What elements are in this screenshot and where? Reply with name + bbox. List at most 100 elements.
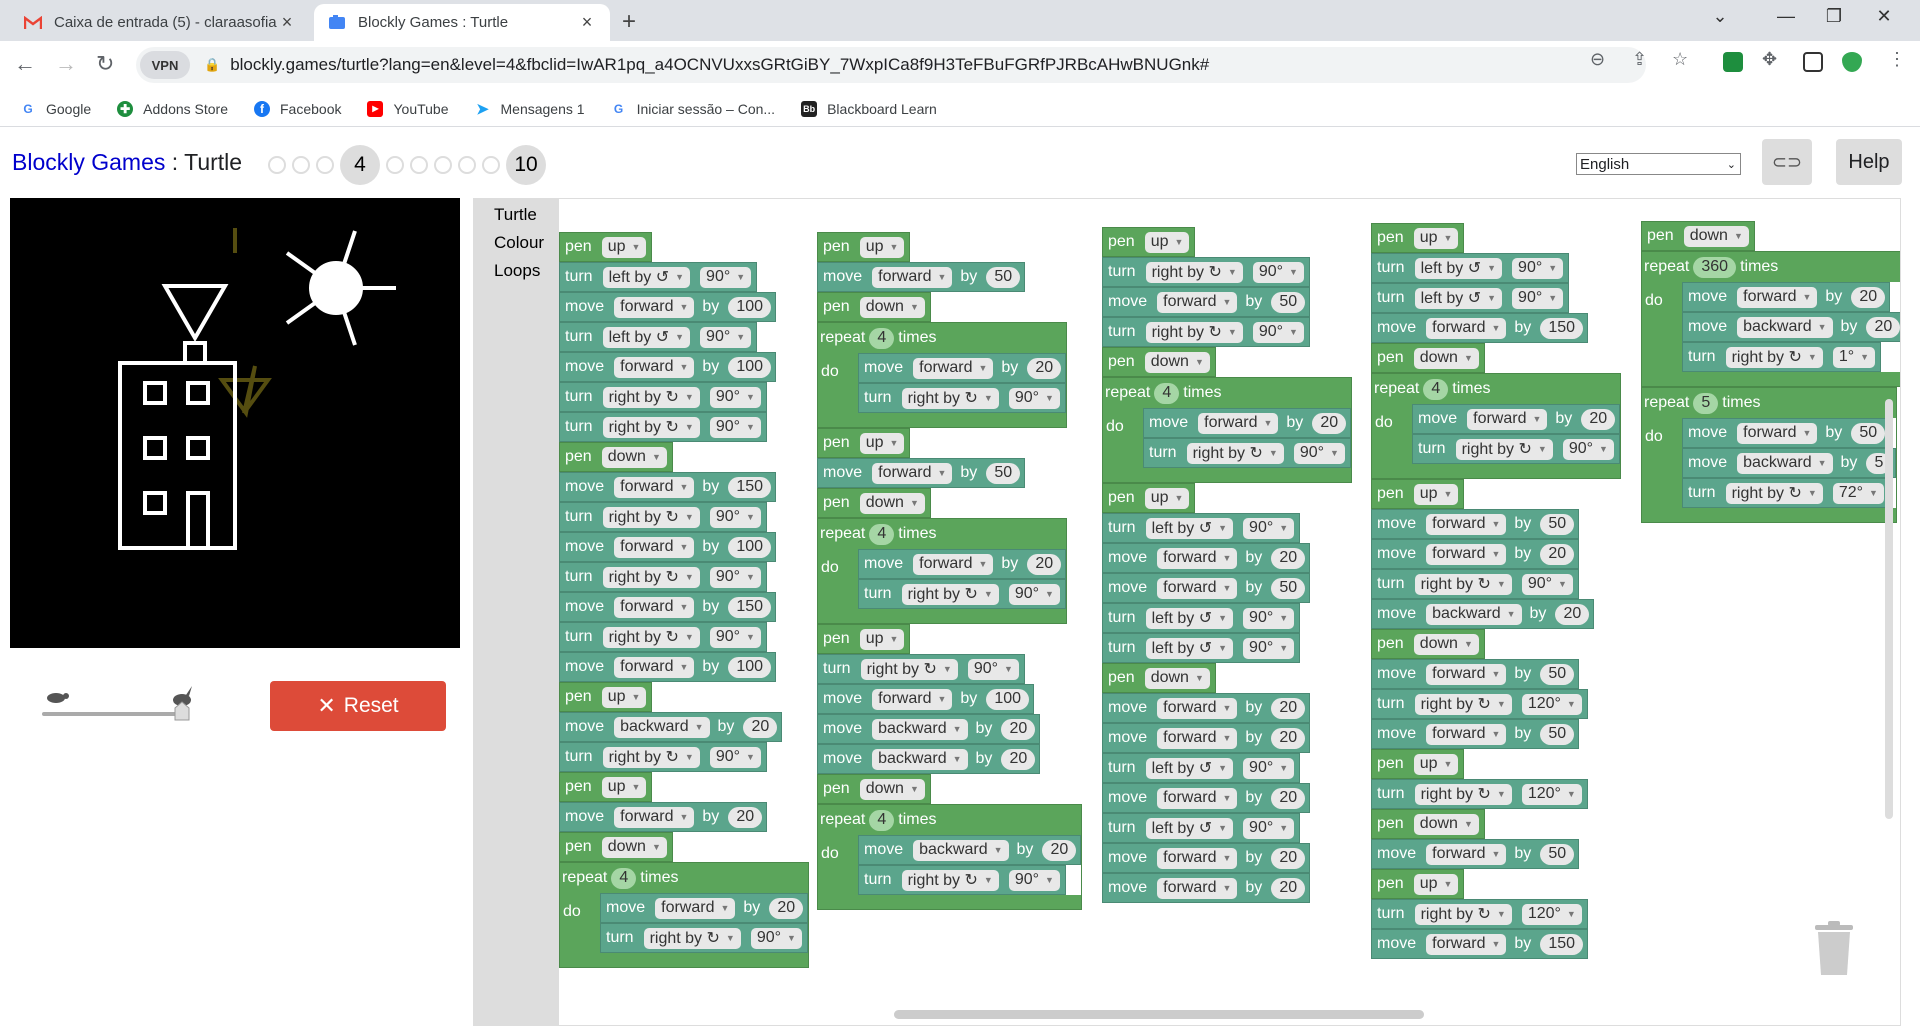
angle-dropdown[interactable]: 90° ▼: [750, 927, 802, 949]
number-field[interactable]: 100: [986, 688, 1030, 710]
pen-block[interactable]: pen down ▼: [1102, 347, 1216, 377]
angle-dropdown[interactable]: 90° ▼: [1562, 438, 1614, 460]
turn-block[interactable]: turn right by ↻ ▼ 90° ▼: [559, 412, 767, 442]
side-panel-icon[interactable]: [1803, 52, 1823, 72]
direction-dropdown[interactable]: forward ▼: [614, 656, 695, 678]
number-field[interactable]: 20: [1540, 543, 1575, 565]
move-block[interactable]: move forward ▼ by 50: [1371, 509, 1580, 539]
direction-dropdown[interactable]: right by ↻ ▼: [1455, 438, 1553, 460]
direction-dropdown[interactable]: forward ▼: [913, 553, 994, 575]
level-dot[interactable]: [268, 156, 286, 174]
direction-dropdown[interactable]: right by ↻ ▼: [901, 387, 999, 409]
pen-block[interactable]: pen up ▼: [559, 772, 653, 802]
pen-block[interactable]: pen down ▼: [817, 488, 931, 518]
direction-dropdown[interactable]: backward ▼: [1737, 316, 1833, 338]
share-icon[interactable]: ⇪: [1632, 49, 1647, 70]
move-block[interactable]: move forward ▼ by 50: [1371, 839, 1580, 869]
direction-dropdown[interactable]: left by ↺ ▼: [1145, 757, 1234, 779]
direction-dropdown[interactable]: forward ▼: [1157, 877, 1238, 899]
horizontal-scrollbar[interactable]: [894, 1010, 1424, 1019]
direction-dropdown[interactable]: forward ▼: [1426, 317, 1507, 339]
number-field[interactable]: 20: [1001, 748, 1036, 770]
direction-dropdown[interactable]: forward ▼: [614, 296, 695, 318]
direction-dropdown[interactable]: forward ▼: [1426, 663, 1507, 685]
pen-state-dropdown[interactable]: up ▼: [601, 686, 647, 708]
minimize-button[interactable]: —: [1766, 6, 1806, 27]
pen-block[interactable]: pen down ▼: [559, 832, 673, 862]
move-block[interactable]: move forward ▼ by 20: [858, 353, 1067, 383]
repeat-block[interactable]: repeat 4 times do move backward ▼ by 20 turn right…: [817, 804, 1083, 910]
move-block[interactable]: move forward ▼ by 50: [817, 262, 1026, 292]
pen-state-dropdown[interactable]: up ▼: [601, 236, 647, 258]
turn-block[interactable]: turn right by ↻ ▼ 90° ▼: [559, 742, 767, 772]
lock-icon[interactable]: 🔒: [204, 57, 220, 73]
tab-blockly[interactable]: Blockly Games : Turtle ×: [314, 4, 610, 41]
number-field[interactable]: 20: [1001, 718, 1036, 740]
block-stack[interactable]: pen up ▼ move forward ▼ by 50 pen down ▼ repeat 4 tim…: [817, 232, 1083, 910]
repeat-block[interactable]: repeat 4 times do move forward ▼ by 20 turn right …: [817, 322, 1068, 428]
number-field[interactable]: 20: [1271, 847, 1306, 869]
close-tab-icon[interactable]: ×: [578, 12, 596, 33]
pen-state-dropdown[interactable]: up ▼: [859, 236, 905, 258]
pen-state-dropdown[interactable]: down ▼: [1144, 667, 1210, 689]
number-field[interactable]: 4: [1423, 378, 1449, 400]
move-block[interactable]: move forward ▼ by 20: [858, 549, 1067, 579]
move-block[interactable]: move forward ▼ by 50: [1682, 418, 1891, 448]
pen-block[interactable]: pen up ▼: [1102, 483, 1196, 513]
pen-state-dropdown[interactable]: up ▼: [1413, 873, 1459, 895]
adblock-shield-icon[interactable]: [1842, 52, 1862, 72]
number-field[interactable]: 50: [1540, 663, 1575, 685]
direction-dropdown[interactable]: forward ▼: [614, 356, 695, 378]
direction-dropdown[interactable]: right by ↻ ▼: [602, 566, 700, 588]
turn-block[interactable]: turn right by ↻ ▼ 90° ▼: [1102, 257, 1310, 287]
pen-state-dropdown[interactable]: up ▼: [1144, 231, 1190, 253]
angle-dropdown[interactable]: 90° ▼: [1243, 517, 1295, 539]
angle-dropdown[interactable]: 90° ▼: [1521, 573, 1573, 595]
direction-dropdown[interactable]: left by ↺ ▼: [1414, 287, 1503, 309]
move-block[interactable]: move forward ▼ by 100: [817, 684, 1035, 714]
angle-dropdown[interactable]: 90° ▼: [1512, 257, 1564, 279]
number-field[interactable]: 20: [1027, 357, 1062, 379]
number-field[interactable]: 50: [1271, 291, 1306, 313]
pen-block[interactable]: pen down ▼: [559, 442, 673, 472]
move-block[interactable]: move forward ▼ by 20: [1102, 693, 1311, 723]
speed-slider[interactable]: [42, 684, 202, 724]
forward-icon[interactable]: →: [55, 51, 77, 77]
turn-block[interactable]: turn right by ↻ ▼ 90° ▼: [559, 502, 767, 532]
pen-block[interactable]: pen down ▼: [1371, 629, 1485, 659]
direction-dropdown[interactable]: right by ↻ ▼: [1414, 693, 1512, 715]
number-field[interactable]: 50: [986, 266, 1021, 288]
move-block[interactable]: move forward ▼ by 20: [1102, 723, 1311, 753]
bookmark-facebook[interactable]: f Facebook: [254, 100, 341, 117]
zoom-icon[interactable]: ⊖: [1590, 49, 1605, 70]
direction-dropdown[interactable]: right by ↻ ▼: [901, 583, 999, 605]
number-field[interactable]: 20: [1042, 839, 1077, 861]
direction-dropdown[interactable]: forward ▼: [1737, 422, 1818, 444]
move-block[interactable]: move forward ▼ by 150: [559, 592, 777, 622]
move-block[interactable]: move forward ▼ by 100: [559, 652, 777, 682]
move-block[interactable]: move forward ▼ by 20: [1102, 543, 1311, 573]
direction-dropdown[interactable]: forward ▼: [1157, 291, 1238, 313]
move-block[interactable]: move forward ▼ by 100: [559, 352, 777, 382]
direction-dropdown[interactable]: right by ↻ ▼: [1186, 442, 1284, 464]
pen-state-dropdown[interactable]: down ▼: [601, 446, 667, 468]
number-field[interactable]: 4: [1154, 382, 1180, 404]
direction-dropdown[interactable]: forward ▼: [1426, 513, 1507, 535]
angle-dropdown[interactable]: 90° ▼: [709, 626, 761, 648]
repeat-block[interactable]: repeat 4 times do move forward ▼ by 20 turn right …: [559, 862, 810, 968]
repeat-block[interactable]: repeat 4 times do move forward ▼ by 20 turn right …: [1102, 377, 1353, 483]
category-loops[interactable]: Loops: [494, 261, 540, 281]
move-block[interactable]: move forward ▼ by 20: [1102, 843, 1311, 873]
close-window-button[interactable]: ✕: [1864, 6, 1904, 27]
direction-dropdown[interactable]: forward ▼: [1426, 543, 1507, 565]
number-field[interactable]: 20: [1271, 877, 1306, 899]
direction-dropdown[interactable]: left by ↺ ▼: [1145, 607, 1234, 629]
number-field[interactable]: 20: [1271, 787, 1306, 809]
number-field[interactable]: 20: [1027, 553, 1062, 575]
block-stack[interactable]: pen up ▼ turn right by ↻ ▼ 90° ▼ move forward ▼ by 5…: [1102, 227, 1353, 903]
pen-block[interactable]: pen down ▼: [1371, 343, 1485, 373]
pen-block[interactable]: pen up ▼: [1371, 749, 1465, 779]
turn-block[interactable]: turn right by ↻ ▼ 90° ▼: [559, 622, 767, 652]
language-select[interactable]: English ⌄: [1576, 153, 1741, 175]
angle-dropdown[interactable]: 90° ▼: [700, 326, 752, 348]
